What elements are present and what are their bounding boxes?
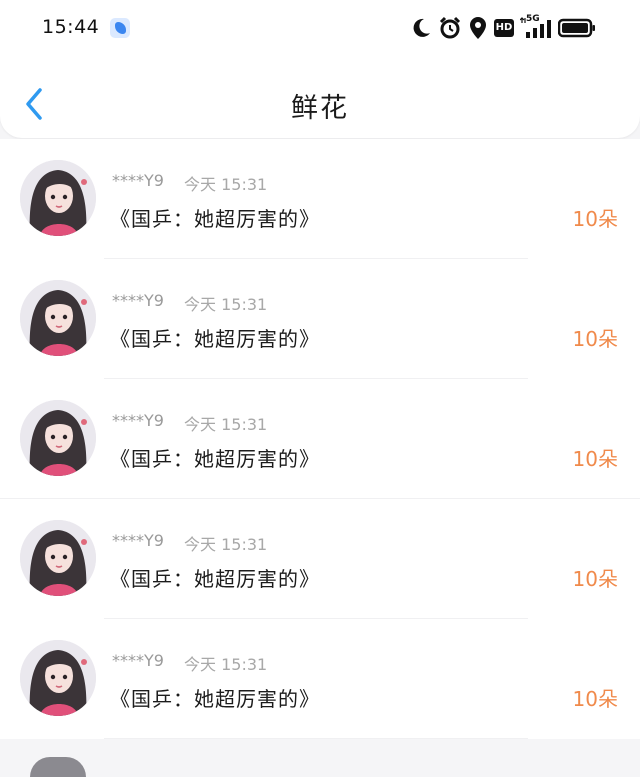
avatar[interactable]	[20, 520, 96, 596]
timestamp: 今天 15:31	[184, 295, 268, 314]
flower-count: 10朵	[572, 447, 618, 471]
user-name: ****Y9	[112, 411, 164, 430]
user-name: ****Y9	[112, 651, 164, 670]
gift-record-list: ****Y9 今天 15:31 《国乒：她超厉害的》 10朵 ****Y9 今天…	[0, 139, 640, 777]
flower-count: 10朵	[572, 687, 618, 711]
item-title: 《国乒：她超厉害的》	[110, 567, 320, 591]
hd-icon: HD	[494, 19, 514, 37]
user-name: ****Y9	[112, 531, 164, 550]
location-icon	[470, 17, 486, 39]
avatar[interactable]	[20, 160, 96, 236]
timestamp: 今天 15:31	[184, 175, 268, 194]
hd-label: HD	[495, 22, 513, 33]
feather-app-icon	[110, 18, 130, 38]
timestamp: 今天 15:31	[184, 535, 268, 554]
header: 15:44 HD 5G 鲜花	[0, 0, 640, 138]
item-title: 《国乒：她超厉害的》	[110, 207, 320, 231]
flower-count: 10朵	[572, 327, 618, 351]
divider	[104, 738, 528, 739]
list-item[interactable]: ****Y9 今天 15:31 《国乒：她超厉害的》 10朵	[0, 259, 640, 379]
user-name: ****Y9	[112, 291, 164, 310]
list-item[interactable]: ****Y9 今天 15:31 《国乒：她超厉害的》 10朵	[0, 379, 640, 499]
alarm-icon	[439, 16, 461, 39]
flower-count: 10朵	[572, 567, 618, 591]
flower-count: 10朵	[572, 207, 618, 231]
next-avatar-partial	[30, 757, 86, 777]
5g-signal-icon: 5G	[520, 14, 554, 40]
avatar[interactable]	[20, 280, 96, 356]
avatar[interactable]	[20, 640, 96, 716]
item-title: 《国乒：她超厉害的》	[110, 447, 320, 471]
timestamp: 今天 15:31	[184, 655, 268, 674]
list-item[interactable]: ****Y9 今天 15:31 《国乒：她超厉害的》 10朵	[0, 619, 640, 739]
battery-icon	[558, 18, 595, 38]
status-time: 15:44	[42, 16, 100, 38]
list-item[interactable]: ****Y9 今天 15:31 《国乒：她超厉害的》 10朵	[0, 139, 640, 259]
user-name: ****Y9	[112, 171, 164, 190]
item-title: 《国乒：她超厉害的》	[110, 327, 320, 351]
page-title: 鲜花	[291, 93, 349, 124]
timestamp: 今天 15:31	[184, 415, 268, 434]
list-item[interactable]: ****Y9 今天 15:31 《国乒：她超厉害的》 10朵	[0, 499, 640, 619]
moon-icon	[413, 18, 430, 37]
avatar[interactable]	[20, 400, 96, 476]
item-title: 《国乒：她超厉害的》	[110, 687, 320, 711]
status-icons: HD 5G	[410, 14, 596, 40]
